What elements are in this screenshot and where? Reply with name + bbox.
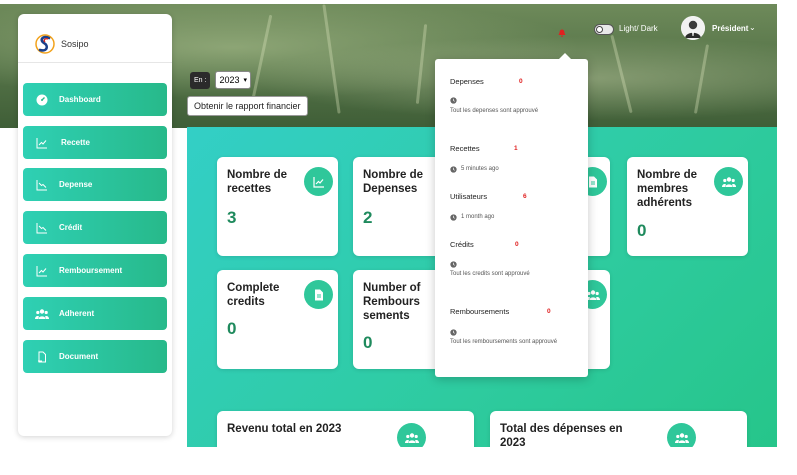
notification-subtitle: Tout les remboursements sont approuvé xyxy=(450,339,558,345)
sidebar-item-label: Crédit xyxy=(59,223,83,232)
clock-icon xyxy=(450,214,457,221)
clock-icon xyxy=(450,261,457,268)
card-value: 0 xyxy=(227,319,237,338)
card-title: Nombre de Depenses xyxy=(363,169,424,195)
notification-title: Crédits xyxy=(450,240,474,249)
sidebar-item-label: Adherent xyxy=(59,309,95,318)
clock-icon xyxy=(450,329,457,336)
card-nombre-membres: Nombre de membres adhérents 0 xyxy=(627,157,748,256)
sidebar-item-label: Recette xyxy=(61,138,90,147)
sidebar-item-document[interactable]: Document xyxy=(23,340,167,373)
user-name[interactable]: Président xyxy=(712,24,748,33)
sidebar-item-adherent[interactable]: Adherent xyxy=(23,297,167,330)
document-icon xyxy=(35,350,49,364)
document-icon xyxy=(304,280,333,309)
notification-count: 0 xyxy=(547,308,551,315)
sidebar-item-label: Remboursement xyxy=(59,266,123,275)
brand[interactable]: Sosipo xyxy=(18,25,172,63)
notification-subtitle: Tout les credits sont approuvé xyxy=(450,271,530,277)
notification-title: Depenses xyxy=(450,77,484,86)
card-title: Revenu total en 2023 xyxy=(227,423,342,435)
sidebar-item-label: Depense xyxy=(59,180,93,189)
chevron-down-icon: ▾ xyxy=(243,77,247,84)
sidebar-item-dashboard[interactable]: Dashboard xyxy=(23,83,167,116)
year-select[interactable]: 2023 ▾ xyxy=(215,71,251,89)
chart-line-icon xyxy=(304,167,333,196)
chart-line-icon xyxy=(35,264,49,278)
year-filter: En : 2023 ▾ xyxy=(190,71,251,89)
card-title: Number of Rembours sements xyxy=(363,282,421,322)
toggle-knob xyxy=(596,26,603,33)
notification-count: 0 xyxy=(519,78,523,85)
card-value: 0 xyxy=(637,221,647,240)
notification-count: 6 xyxy=(523,193,527,200)
theme-label: Light/ Dark xyxy=(619,24,658,33)
app-frame: Sosipo Dashboard Recette Depense Crédit … xyxy=(0,0,797,475)
users-icon xyxy=(714,167,743,196)
theme-toggle[interactable] xyxy=(594,24,614,35)
notification-subtitle: Tout les depenses sont approuvé xyxy=(450,108,539,114)
notification-count: 1 xyxy=(514,145,518,152)
card-title: Nombre de recettes xyxy=(227,169,288,195)
chart-down-icon xyxy=(35,221,49,235)
notification-bell-icon[interactable] xyxy=(558,24,566,37)
logo-icon xyxy=(35,32,55,56)
card-complete-credits: Complete credits 0 xyxy=(217,270,338,369)
notification-subtitle: 5 minutes ago xyxy=(461,166,499,172)
gauge-icon xyxy=(35,93,49,107)
users-icon xyxy=(35,307,49,321)
card-title: Total des dépenses en 2023 xyxy=(500,423,623,449)
notification-title: Utilisateurs xyxy=(450,192,488,201)
card-value: 2 xyxy=(363,208,373,227)
chevron-down-icon[interactable]: ⌄ xyxy=(749,23,756,32)
lang-label: En : xyxy=(190,71,211,89)
clock-icon xyxy=(450,166,457,173)
card-value: 0 xyxy=(363,333,373,352)
notifications-dropdown: Depenses 0 Tout les depenses sont approu… xyxy=(435,53,588,377)
chart-down-icon xyxy=(35,178,49,192)
financial-report-button[interactable]: Obtenir le rapport financier xyxy=(187,96,308,116)
chart-line-icon xyxy=(35,136,49,150)
notification-subtitle: 1 month ago xyxy=(461,214,495,220)
divider xyxy=(18,62,172,63)
viewport-bottom xyxy=(0,447,797,475)
dropdown-caret xyxy=(559,53,571,59)
sidebar-item-remboursement[interactable]: Remboursement xyxy=(23,254,167,287)
year-value: 2023 xyxy=(219,75,240,85)
card-nombre-recettes: Nombre de recettes 3 xyxy=(217,157,338,256)
notification-title: Remboursements xyxy=(450,307,510,316)
brand-name: Sosipo xyxy=(61,39,89,49)
sidebar-item-label: Document xyxy=(59,352,99,361)
sidebar-item-depense[interactable]: Depense xyxy=(23,168,167,201)
sidebar-item-label: Dashboard xyxy=(59,95,101,104)
sidebar-item-recette[interactable]: Recette xyxy=(23,126,167,159)
card-title: Complete credits xyxy=(227,282,280,308)
card-title: Nombre de membres adhérents xyxy=(637,169,698,209)
notification-count: 0 xyxy=(515,241,519,248)
clock-icon xyxy=(450,97,457,104)
avatar[interactable] xyxy=(681,16,705,40)
card-value: 3 xyxy=(227,208,237,227)
notification-title: Recettes xyxy=(450,144,480,153)
sidebar-item-credit[interactable]: Crédit xyxy=(23,211,167,244)
